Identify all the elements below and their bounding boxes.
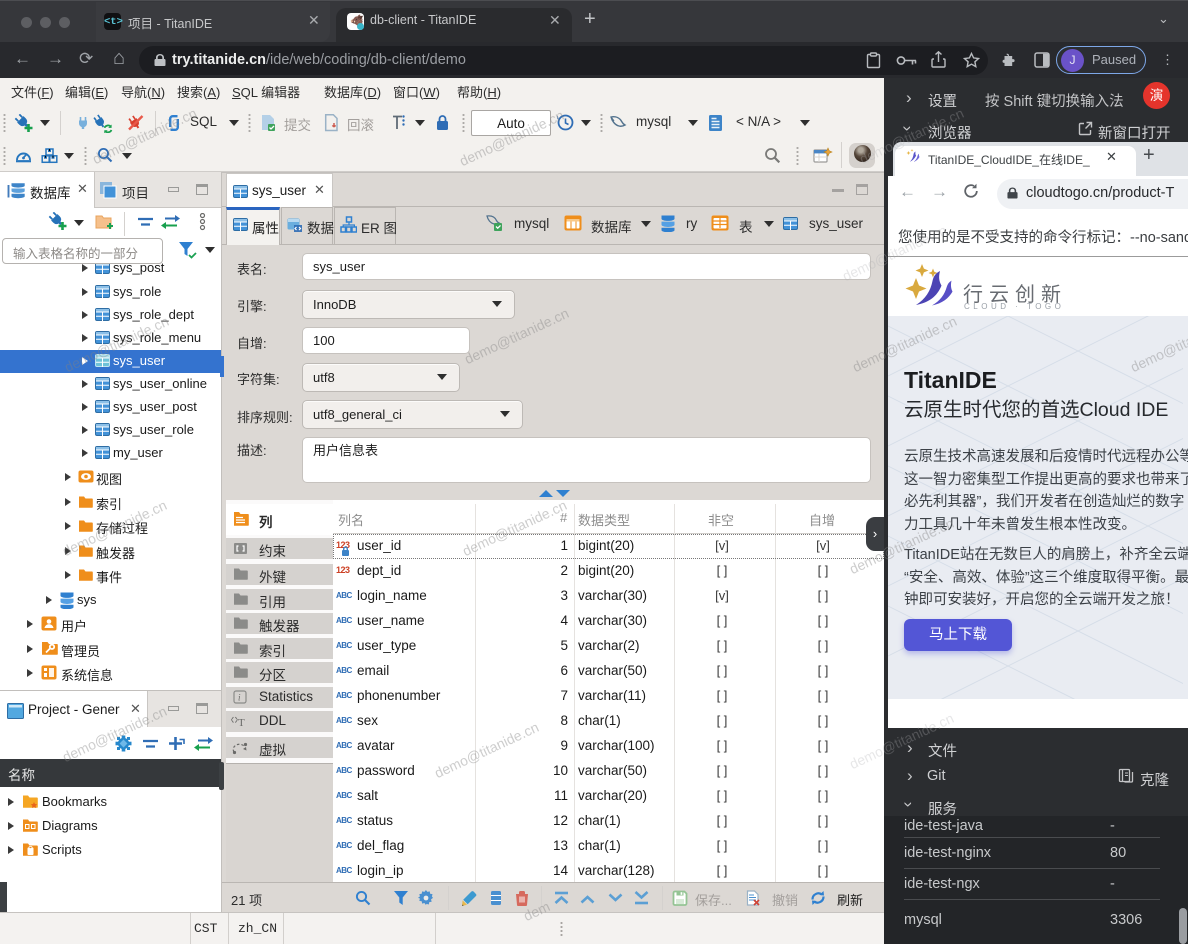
svg-text:T: T — [238, 717, 245, 728]
svg-text:i: i — [238, 693, 241, 703]
